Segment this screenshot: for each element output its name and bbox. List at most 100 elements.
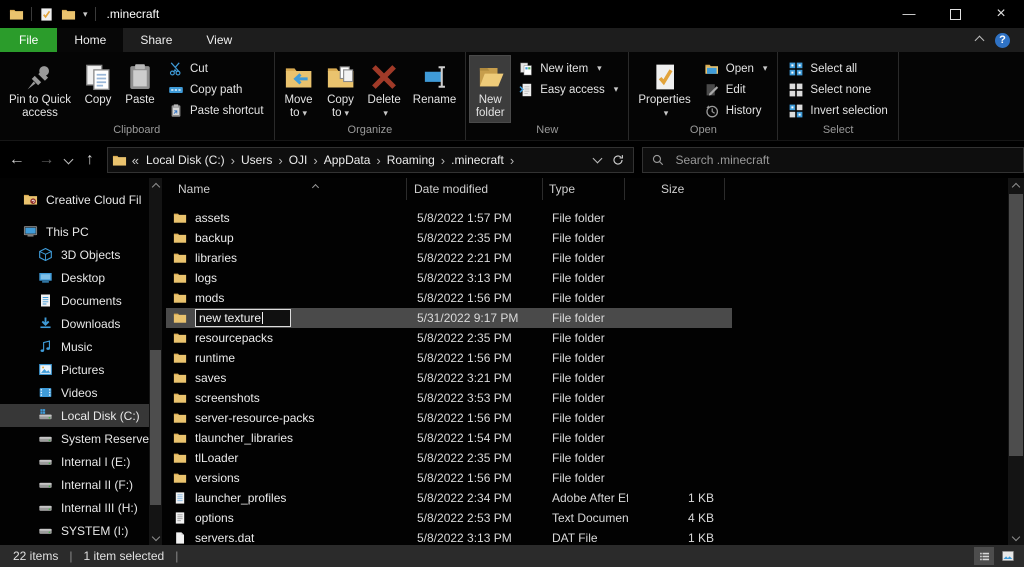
breadcrumb-item-oji[interactable]: OJI <box>285 153 312 167</box>
copy-to-button[interactable]: Copy to ▾ <box>320 55 362 123</box>
list-scrollbar-thumb[interactable] <box>1009 194 1023 456</box>
up-button[interactable]: ↑ <box>77 147 103 173</box>
qat-customize-chevron-icon[interactable]: ▾ <box>83 9 88 20</box>
maximize-button[interactable] <box>932 0 978 28</box>
history-button[interactable]: History <box>697 100 775 121</box>
open-button[interactable]: Open ▾ <box>697 58 775 79</box>
sidebar-item-3d-objects[interactable]: 3D Objects <box>0 243 149 266</box>
sidebar-item-system-i[interactable]: SYSTEM (I:) <box>0 519 149 542</box>
search-box[interactable] <box>642 147 1024 173</box>
qat-properties-icon[interactable] <box>39 7 54 22</box>
tab-file[interactable]: File <box>0 28 58 52</box>
rename-input[interactable]: new texture <box>195 309 291 327</box>
paste-button[interactable]: Paste <box>119 55 161 110</box>
file-row-new-texture[interactable]: new texture 5/31/2022 9:17 PM File folder <box>166 308 732 328</box>
qat-folder-icon[interactable] <box>61 7 76 22</box>
ribbon-tabs: File Home Share View ? <box>0 28 1024 52</box>
list-scroll-up-button[interactable] <box>1008 178 1024 193</box>
tab-view[interactable]: View <box>189 28 249 52</box>
sidebar-item-system-reserved[interactable]: System Reserved <box>0 427 149 450</box>
file-row-tlloader[interactable]: tlLoader 5/8/2022 2:35 PM File folder <box>166 448 732 468</box>
sidebar-item-pictures[interactable]: Pictures <box>0 358 149 381</box>
file-row-logs[interactable]: logs 5/8/2022 3:13 PM File folder <box>166 268 732 288</box>
edit-button[interactable]: Edit <box>697 79 775 100</box>
forward-button[interactable]: → <box>34 147 60 173</box>
column-header-name[interactable]: Name <box>163 178 407 200</box>
dropdown-caret-icon: ▾ <box>762 63 768 73</box>
file-row-tlauncher-libraries[interactable]: tlauncher_libraries 5/8/2022 1:54 PM File … <box>166 428 732 448</box>
folder-icon <box>173 273 187 283</box>
copy-button[interactable]: Copy <box>77 55 119 110</box>
breadcrumb-item-roaming[interactable]: Roaming <box>383 153 439 167</box>
file-row-mods[interactable]: mods 5/8/2022 1:56 PM File folder <box>166 288 732 308</box>
help-button[interactable]: ? <box>995 32 1010 48</box>
column-header-date-modified[interactable]: Date modified <box>407 178 543 200</box>
sidebar-item-internal-iii-h[interactable]: Internal III (H:) <box>0 496 149 519</box>
file-row-saves[interactable]: saves 5/8/2022 3:21 PM File folder <box>166 368 732 388</box>
file-row-backup[interactable]: backup 5/8/2022 2:35 PM File folder <box>166 228 732 248</box>
file-row-server-resource-packs[interactable]: server-resource-packs 5/8/2022 1:56 PM Fil… <box>166 408 732 428</box>
sidebar-scrollbar-thumb[interactable] <box>150 350 161 505</box>
refresh-button[interactable] <box>611 153 625 167</box>
sidebar-item-documents[interactable]: Documents <box>0 289 149 312</box>
thumbnail-view-button[interactable] <box>998 547 1018 565</box>
sidebar-item-creative-cloud-fil[interactable]: Creative Cloud Fil <box>0 188 149 211</box>
sidebar-item-internal-i-e[interactable]: Internal I (E:) <box>0 450 149 473</box>
invert-selection-button[interactable]: Invert selection <box>781 100 894 121</box>
breadcrumb-item-appdata[interactable]: AppData <box>320 153 375 167</box>
breadcrumb-item-users[interactable]: Users <box>237 153 276 167</box>
select-none-button[interactable]: Select none <box>781 79 894 100</box>
cut-button[interactable]: Cut <box>161 58 271 79</box>
file-row-options[interactable]: options 5/8/2022 2:53 PM Text Document 4 KB <box>166 508 732 528</box>
sidebar-item-music[interactable]: Music <box>0 335 149 358</box>
sidebar-item-internal-ii-f[interactable]: Internal II (F:) <box>0 473 149 496</box>
tab-share[interactable]: Share <box>123 28 189 52</box>
new-folder-button[interactable]: New folder <box>469 55 512 123</box>
details-view-button[interactable] <box>974 547 994 565</box>
sidebar-item-downloads[interactable]: Downloads <box>0 312 149 335</box>
address-bar[interactable]: « Local Disk (C:) › Users › OJI › AppData › Roam… <box>106 147 635 173</box>
sidebar-item-label: Documents <box>61 293 122 308</box>
back-button[interactable]: ← <box>0 147 34 173</box>
sidebar-scroll-up-button[interactable] <box>149 178 162 193</box>
sidebar-item-this-pc[interactable]: This PC <box>0 220 149 243</box>
file-row-runtime[interactable]: runtime 5/8/2022 1:56 PM File folder <box>166 348 732 368</box>
pin-to-quick-access-button[interactable]: Pin to Quick access <box>3 55 77 123</box>
sidebar-item-desktop[interactable]: Desktop <box>0 266 149 289</box>
recent-locations-button[interactable] <box>59 147 77 173</box>
sidebar-item-videos[interactable]: Videos <box>0 381 149 404</box>
column-header-size[interactable]: Size <box>625 178 725 200</box>
file-row-resourcepacks[interactable]: resourcepacks 5/8/2022 2:35 PM File folder <box>166 328 732 348</box>
breadcrumb-overflow-icon[interactable]: « <box>127 153 142 168</box>
column-header-type[interactable]: Type <box>543 178 625 200</box>
address-dropdown-button[interactable] <box>592 153 603 167</box>
file-row-assets[interactable]: assets 5/8/2022 1:57 PM File folder <box>166 208 732 228</box>
file-row-servers-dat[interactable]: servers.dat 5/8/2022 3:13 PM DAT File 1 KB <box>166 528 732 545</box>
sidebar-item-local-disk-c[interactable]: Local Disk (C:) <box>0 404 149 427</box>
file-row-libraries[interactable]: libraries 5/8/2022 2:21 PM File folder <box>166 248 732 268</box>
sidebar-scrollbar[interactable] <box>149 178 162 545</box>
file-row-versions[interactable]: versions 5/8/2022 1:56 PM File folder <box>166 468 732 488</box>
collapse-ribbon-button[interactable] <box>974 33 985 47</box>
rename-button[interactable]: Rename <box>407 55 462 110</box>
cc-folder-icon <box>23 194 38 205</box>
move-to-button[interactable]: Move to ▾ <box>278 55 320 123</box>
delete-button[interactable]: Delete ▾ <box>362 55 407 123</box>
easy-access-button[interactable]: Easy access ▾ <box>511 79 625 100</box>
copy-path-button[interactable]: Copy path <box>161 79 271 100</box>
select-all-button[interactable]: Select all <box>781 58 894 79</box>
minimize-button[interactable]: — <box>886 0 932 28</box>
new-item-button[interactable]: New item ▾ <box>511 58 625 79</box>
file-row-screenshots[interactable]: screenshots 5/8/2022 3:53 PM File folder <box>166 388 732 408</box>
breadcrumb-item-minecraft[interactable]: .minecraft <box>447 153 508 167</box>
breadcrumb-item-local-disk-c[interactable]: Local Disk (C:) <box>142 153 229 167</box>
close-button[interactable]: × <box>978 0 1024 28</box>
tab-home[interactable]: Home <box>57 28 124 52</box>
file-list-scrollbar[interactable] <box>1008 178 1024 545</box>
search-input[interactable] <box>673 152 1015 168</box>
list-scroll-down-button[interactable] <box>1008 530 1024 545</box>
sidebar-scroll-down-button[interactable] <box>149 530 162 545</box>
paste-shortcut-button[interactable]: Paste shortcut <box>161 100 271 121</box>
file-row-launcher-profiles[interactable]: launcher_profiles 5/8/2022 2:34 PM Adobe A… <box>166 488 732 508</box>
properties-button[interactable]: Properties ▾ <box>632 55 696 123</box>
